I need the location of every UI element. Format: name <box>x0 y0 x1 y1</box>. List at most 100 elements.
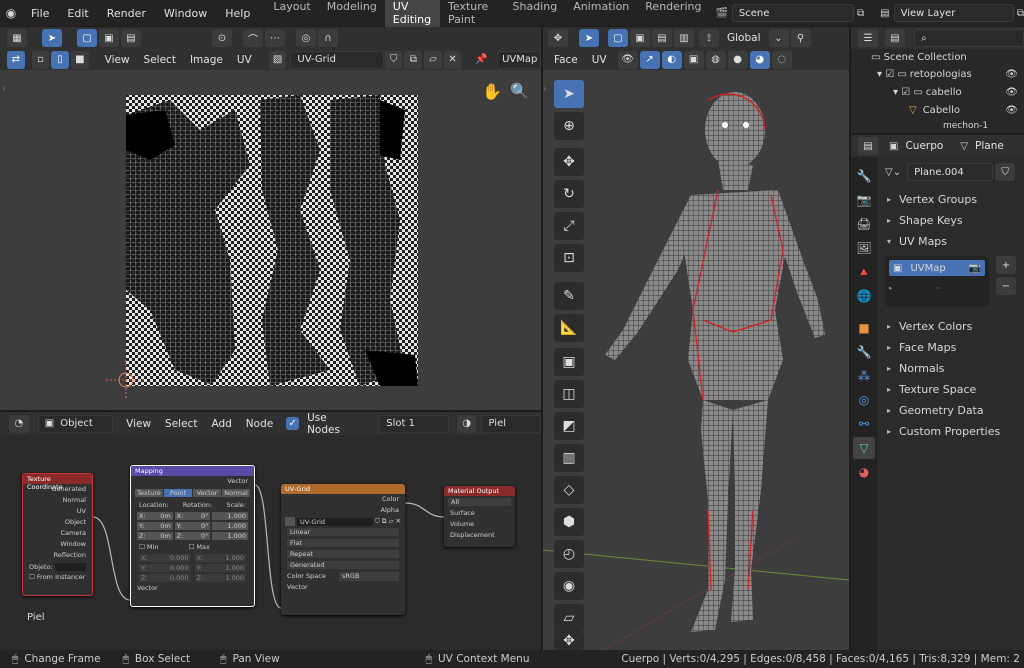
panel-vertex-colors[interactable]: ▸ Vertex Colors <box>877 316 1024 337</box>
tool-measure-icon[interactable]: 📐 <box>554 314 584 342</box>
mapping-minmax-row[interactable]: Y: 0.000 Y: 1.000 <box>131 563 254 573</box>
active-render-icon[interactable]: 📷 <box>969 263 981 274</box>
uv-editor-canvas[interactable]: ✋ 🔍 › <box>0 70 541 410</box>
panel-normals[interactable]: ▸ Normals <box>877 358 1024 379</box>
tool-annotate-icon[interactable]: ✎ <box>554 282 584 310</box>
node-image-field[interactable]: UV-Grid <box>297 517 373 526</box>
tool-extrude-icon[interactable]: ▣ <box>554 348 584 376</box>
outliner-scene-collection[interactable]: ▭ Scene Collection <box>851 49 1024 67</box>
panel-vertex-groups[interactable]: ▸ Vertex Groups <box>877 189 1024 210</box>
mapping-type-texture[interactable]: Texture <box>135 489 163 497</box>
viewport-toolbar-toggle-icon[interactable]: › <box>543 84 546 93</box>
data-tab-icon[interactable]: ▽ <box>853 437 875 459</box>
uv-sync-icon[interactable]: ⇄ <box>7 50 25 69</box>
tool-loop-cut-icon[interactable]: ▥ <box>554 444 584 472</box>
scene-field[interactable]: Scene <box>731 4 854 22</box>
new-scene-icon[interactable]: ⧉ <box>857 8 864 19</box>
mapping-minmax-row[interactable]: Z: 0.000 Z: 1.000 <box>131 573 254 583</box>
viewport-select-extend-icon[interactable]: ▣ <box>630 29 650 47</box>
render-tab-icon[interactable]: 📷 <box>853 189 875 211</box>
uv-map-item[interactable]: ▣ UVMap 📷 <box>889 260 985 276</box>
node-menu-select[interactable]: Select <box>158 418 204 430</box>
node-canvas[interactable]: Texture Coordinate Generated Normal UV O… <box>0 435 541 650</box>
viewport-select-subtract-icon[interactable]: ▤ <box>652 29 672 47</box>
orientation-dropdown-icon[interactable]: ⌄ <box>768 29 789 47</box>
pivot-icon[interactable]: ⊙ <box>212 29 232 47</box>
node-menu-add[interactable]: Add <box>204 418 238 430</box>
toolbar-toggle-icon[interactable]: › <box>2 84 5 93</box>
material-shading-icon[interactable]: ◕ <box>749 50 770 69</box>
material-browse-icon[interactable]: ◑ <box>456 414 477 433</box>
xray-icon[interactable]: ▣ <box>683 50 704 69</box>
proportional-edit-icon[interactable]: ◎ <box>296 29 316 47</box>
uv-map-field[interactable]: UVMap <box>497 50 542 69</box>
source-select[interactable]: Generated <box>287 561 399 569</box>
viewport-pivot-icon[interactable]: ⚲ <box>790 29 811 47</box>
panel-uv-maps[interactable]: ▾ UV Maps <box>877 231 1024 252</box>
face-select-icon[interactable]: ■ <box>70 50 89 69</box>
menu-render[interactable]: Render <box>98 7 155 20</box>
tool-poly-build-icon[interactable]: ⬢ <box>554 508 584 536</box>
zoom-icon[interactable]: 🔍 <box>510 82 529 100</box>
output-target-select[interactable]: All <box>448 498 511 506</box>
new-view-layer-icon[interactable]: ⧉ <box>1017 8 1024 19</box>
viewport-menu-face[interactable]: Face <box>547 54 585 66</box>
outliner-search-input[interactable]: ⌕ <box>914 29 1024 47</box>
unlink-image-icon[interactable]: ✕ <box>443 50 462 69</box>
uv-menu-image[interactable]: Image <box>183 54 230 66</box>
mapping-values[interactable]: X: 0m X: 0° 1.000 Y: 0m Y: 0° 1.000 Z: 0m Z: 0° 1.000 <box>131 511 254 541</box>
view-layer-icon[interactable]: ▤ <box>880 8 889 19</box>
output-tab-icon[interactable]: 🖨 <box>853 213 875 235</box>
slot-field[interactable]: Slot 1 <box>379 414 449 433</box>
image-name-field[interactable]: UV-Grid <box>290 50 384 69</box>
properties-type-icon[interactable]: ▤ <box>858 137 878 155</box>
mapping-row[interactable]: X: 0m X: 0° 1.000 <box>131 511 254 521</box>
tool-knife-icon[interactable]: ◇ <box>554 476 584 504</box>
particles-tab-icon[interactable]: ⁂ <box>853 365 875 387</box>
uv-grid-image-node[interactable]: UV-Grid Color Alpha UV-Grid ⛉ ⧉ ▱ ✕ Line… <box>281 484 405 615</box>
add-uv-map-button[interactable]: + <box>996 256 1016 274</box>
outliner-display-icon[interactable]: ▤ <box>885 29 905 47</box>
outliner-item-cabello[interactable]: ▾ ☑ ▭ cabello 👁 <box>851 85 1024 103</box>
uv-menu-uv[interactable]: UV <box>230 54 259 66</box>
menu-help[interactable]: Help <box>216 7 259 20</box>
mesh-fake-user-icon[interactable]: ⛉ <box>995 163 1016 181</box>
tool-rotate-icon[interactable]: ↻ <box>554 180 584 208</box>
pin-icon[interactable]: 📌 <box>472 51 490 69</box>
tool-bevel-icon[interactable]: ◩ <box>554 412 584 440</box>
outliner-item-mechon[interactable]: mechon-1 <box>851 121 1024 131</box>
select-mode-subtract-icon[interactable]: ▤ <box>121 29 141 47</box>
use-nodes-checkbox[interactable]: ✓ <box>286 417 300 430</box>
mesh-name-field[interactable]: Plane.004 <box>907 163 994 181</box>
eye-icon[interactable]: 👁 <box>1005 105 1018 121</box>
tool-move-icon[interactable]: ✥ <box>554 148 584 176</box>
solid-shading-icon[interactable]: ● <box>727 50 748 69</box>
tool-select-box-icon[interactable]: ➤ <box>554 80 584 108</box>
tool-spin-icon[interactable]: ◴ <box>554 540 584 568</box>
tool-shear-icon[interactable]: ▱ <box>554 604 584 632</box>
tool-tab-icon[interactable]: 🔧 <box>853 165 875 187</box>
overlay-icon[interactable]: ◐ <box>661 50 682 69</box>
select-tool-icon[interactable]: ➤ <box>42 29 62 47</box>
texture-coordinate-node[interactable]: Texture Coordinate Generated Normal UV O… <box>22 473 93 596</box>
new-image-icon[interactable]: ⧉ <box>404 50 423 69</box>
viewport-select-invert-icon[interactable]: ▥ <box>674 29 694 47</box>
3d-viewport[interactable]: › <box>543 70 849 650</box>
tool-inset-icon[interactable]: ◫ <box>554 380 584 408</box>
view-layer-field[interactable]: View Layer <box>893 4 1014 22</box>
remove-uv-map-button[interactable]: − <box>996 277 1016 295</box>
material-field[interactable]: Piel <box>481 414 541 433</box>
from-instancer-checkbox[interactable]: ☐ <box>29 573 35 581</box>
mapping-type-normal[interactable]: Normal <box>222 489 250 497</box>
node-menu-node[interactable]: Node <box>239 418 280 430</box>
fake-user-icon[interactable]: ⛉ <box>384 50 403 69</box>
tool-cursor-icon[interactable]: ⊕ <box>554 112 584 140</box>
gizmo-icon[interactable]: ↗ <box>639 50 660 69</box>
material-output-node[interactable]: Material Output All Surface Volume Displ… <box>444 486 515 547</box>
outliner-item-cabello-object[interactable]: ▽ Cabello 👁 <box>851 103 1024 121</box>
shader-type-field[interactable]: ▣ Object <box>37 414 114 433</box>
falloff-icon[interactable]: ∩ <box>318 29 338 47</box>
scene-tab-icon[interactable]: 🔺 <box>853 261 875 283</box>
orientation-icon[interactable]: ⟟ <box>699 29 719 47</box>
mapping-minmax-row[interactable]: X: 0.000 X: 1.000 <box>131 553 254 563</box>
